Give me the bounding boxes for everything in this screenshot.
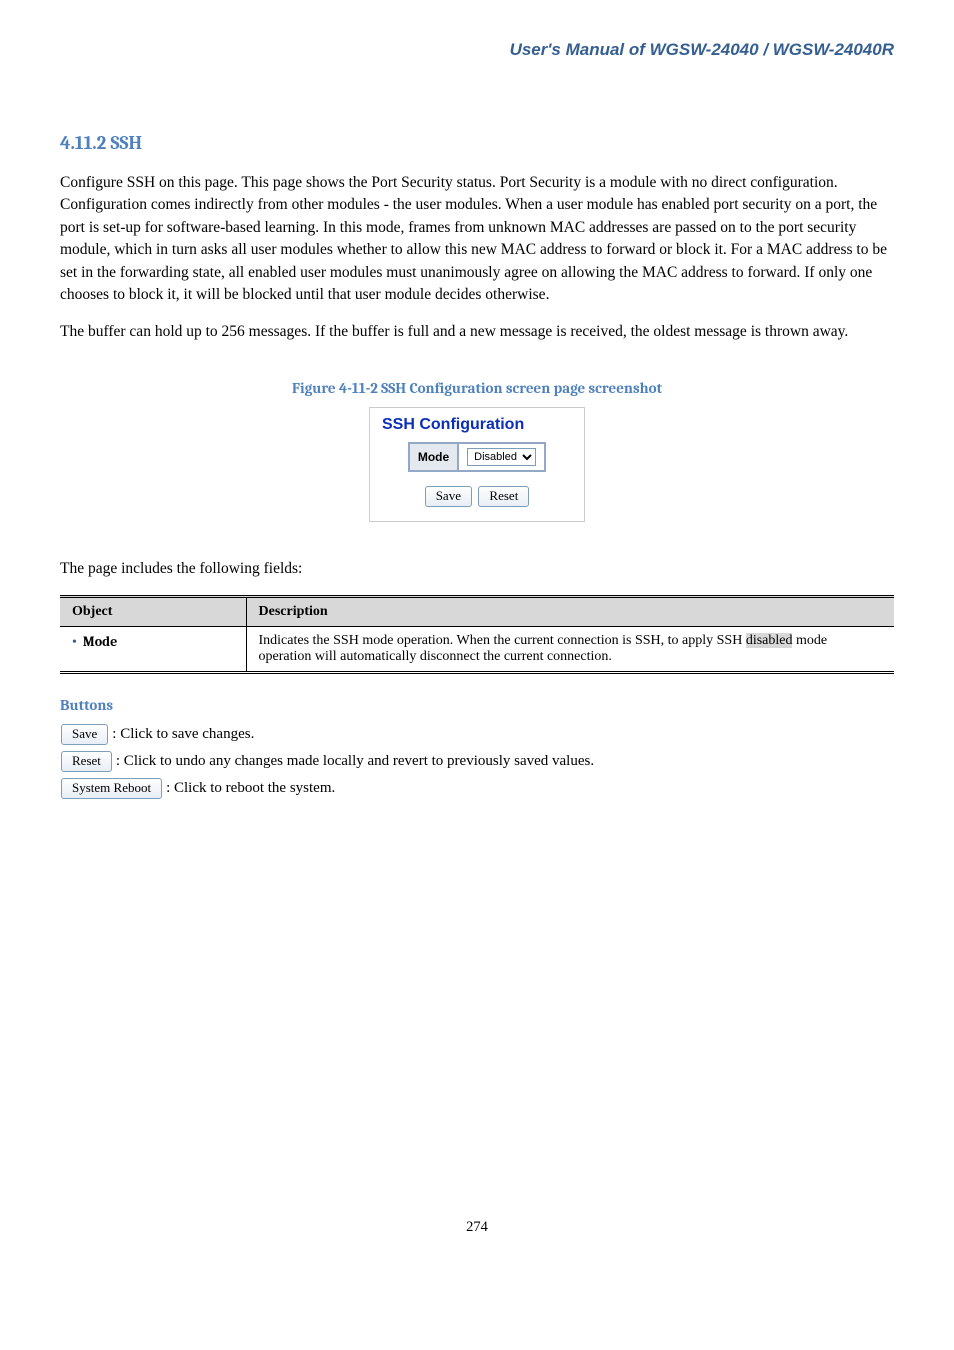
page-number: 274: [60, 1219, 894, 1236]
chapter-title: User's Manual of WGSW-24040 / WGSW-24040…: [60, 40, 894, 60]
reset-desc: : Click to undo any changes made locally…: [116, 753, 594, 770]
page-includes-text: The page includes the following fields:: [60, 558, 894, 580]
system-reboot-row: System Reboot : Click to reboot the syst…: [60, 778, 894, 799]
save-button-row: Save : Click to save changes.: [60, 724, 894, 745]
th-description: Description: [246, 596, 894, 626]
mode-select[interactable]: Disabled: [467, 448, 536, 466]
panel-buttons: Save Reset: [382, 486, 572, 507]
system-reboot-button[interactable]: System Reboot: [61, 778, 162, 799]
figure-panel: SSH Configuration Mode Disabled Save Res…: [60, 407, 894, 522]
section-heading: 4.11.2 SSH: [60, 132, 894, 154]
save-button[interactable]: Save: [61, 724, 108, 745]
disabled-keyword: disabled: [746, 633, 793, 648]
desc-prefix: Indicates the SSH mode operation. When t…: [259, 633, 746, 648]
buttons-heading: Buttons: [60, 696, 894, 714]
table-row: •Mode Indicates the SSH mode operation. …: [60, 626, 894, 672]
reset-button-row: Reset : Click to undo any changes made l…: [60, 751, 894, 772]
reset-button[interactable]: Reset: [61, 751, 112, 772]
description-table: Object Description •Mode Indicates the S…: [60, 595, 894, 674]
th-object: Object: [60, 596, 246, 626]
panel-save-button[interactable]: Save: [425, 486, 472, 507]
bullet-icon: •: [72, 635, 83, 650]
intro-paragraph: Configure SSH on this page. This page sh…: [60, 172, 894, 307]
save-desc: : Click to save changes.: [112, 726, 254, 743]
mode-select-cell: Disabled: [458, 443, 545, 471]
mode-table: Mode Disabled: [408, 442, 546, 472]
mode-label-cell: Mode: [409, 443, 458, 471]
object-label: Mode: [83, 633, 117, 650]
panel-title: SSH Configuration: [382, 416, 572, 434]
object-cell: •Mode: [60, 626, 246, 672]
ssh-config-panel: SSH Configuration Mode Disabled Save Res…: [369, 407, 585, 522]
description-cell: Indicates the SSH mode operation. When t…: [246, 626, 894, 672]
system-reboot-desc: : Click to reboot the system.: [166, 780, 335, 797]
figure-caption: Figure 4-11-2 SSH Configuration screen p…: [60, 379, 894, 397]
intro-paragraph-2: The buffer can hold up to 256 messages. …: [60, 321, 894, 343]
panel-reset-button[interactable]: Reset: [478, 486, 529, 507]
